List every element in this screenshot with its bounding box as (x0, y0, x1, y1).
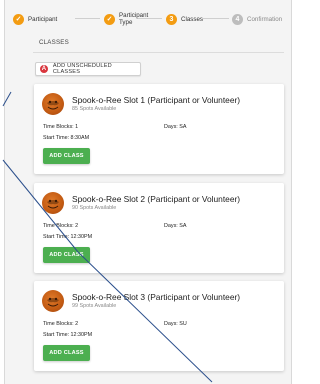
step-label: Participant Type (119, 12, 149, 26)
step-participant-type[interactable]: ✓ Participant Type (104, 6, 149, 32)
class-title: Spook-o-Ree Slot 2 (Participant or Volun… (72, 194, 241, 204)
button-label: ADD UNSCHEDULED CLASSES (52, 63, 112, 75)
step-number-icon: 4 (232, 13, 243, 25)
check-icon: ✓ (104, 13, 115, 25)
add-class-button[interactable]: ADD CLASS (43, 247, 90, 263)
add-class-button[interactable]: ADD CLASS (43, 148, 90, 164)
class-card: Spook-o-Ree Slot 3 (Participant or Volun… (34, 281, 284, 371)
step-confirmation[interactable]: 4 Confirmation (232, 6, 282, 32)
class-title: Spook-o-Ree Slot 1 (Participant or Volun… (72, 95, 241, 105)
step-label: Classes (181, 15, 204, 23)
class-card: Spook-o-Ree Slot 1 (Participant or Volun… (34, 84, 284, 174)
step-label: Confirmation (247, 15, 283, 23)
step-participant[interactable]: ✓ Participant (13, 6, 57, 32)
days: Days: SU (164, 321, 187, 327)
class-title: Spook-o-Ree Slot 3 (Participant or Volun… (72, 292, 241, 302)
step-number-icon: 3 (166, 13, 177, 25)
start-time: Start Time: 12:30PM (43, 332, 93, 338)
step-classes[interactable]: 3 Classes (166, 6, 203, 32)
time-blocks: Time Blocks: 2 (43, 223, 79, 229)
class-card: Spook-o-Ree Slot 2 (Participant or Volun… (34, 183, 284, 273)
registration-stepper: ✓ Participant ✓ Participant Type 3 Class… (13, 6, 291, 32)
stepper-connector (203, 18, 229, 19)
pumpkin-icon (42, 93, 64, 115)
alert-icon: A (40, 65, 48, 73)
tab-classes[interactable]: CLASSES (39, 39, 69, 46)
time-blocks: Time Blocks: 1 (43, 124, 79, 130)
spots-available: 85 Spots Available (72, 106, 117, 112)
time-blocks: Time Blocks: 2 (43, 321, 79, 327)
start-time: Start Time: 8:30AM (43, 135, 90, 141)
pumpkin-icon (42, 290, 64, 312)
step-label: Participant (28, 15, 58, 23)
add-unscheduled-classes-button[interactable]: A ADD UNSCHEDULED CLASSES (35, 62, 141, 76)
check-icon: ✓ (13, 13, 24, 25)
days: Days: SA (164, 223, 187, 229)
add-class-button[interactable]: ADD CLASS (43, 345, 90, 361)
start-time: Start Time: 12:30PM (43, 234, 93, 240)
app-frame: ✓ Participant ✓ Participant Type 3 Class… (4, 0, 292, 384)
divider (33, 52, 284, 53)
spots-available: 99 Spots Available (72, 303, 117, 309)
spots-available: 90 Spots Available (72, 205, 117, 211)
days: Days: SA (164, 124, 187, 130)
pumpkin-icon (42, 192, 64, 214)
stepper-connector (75, 18, 100, 19)
